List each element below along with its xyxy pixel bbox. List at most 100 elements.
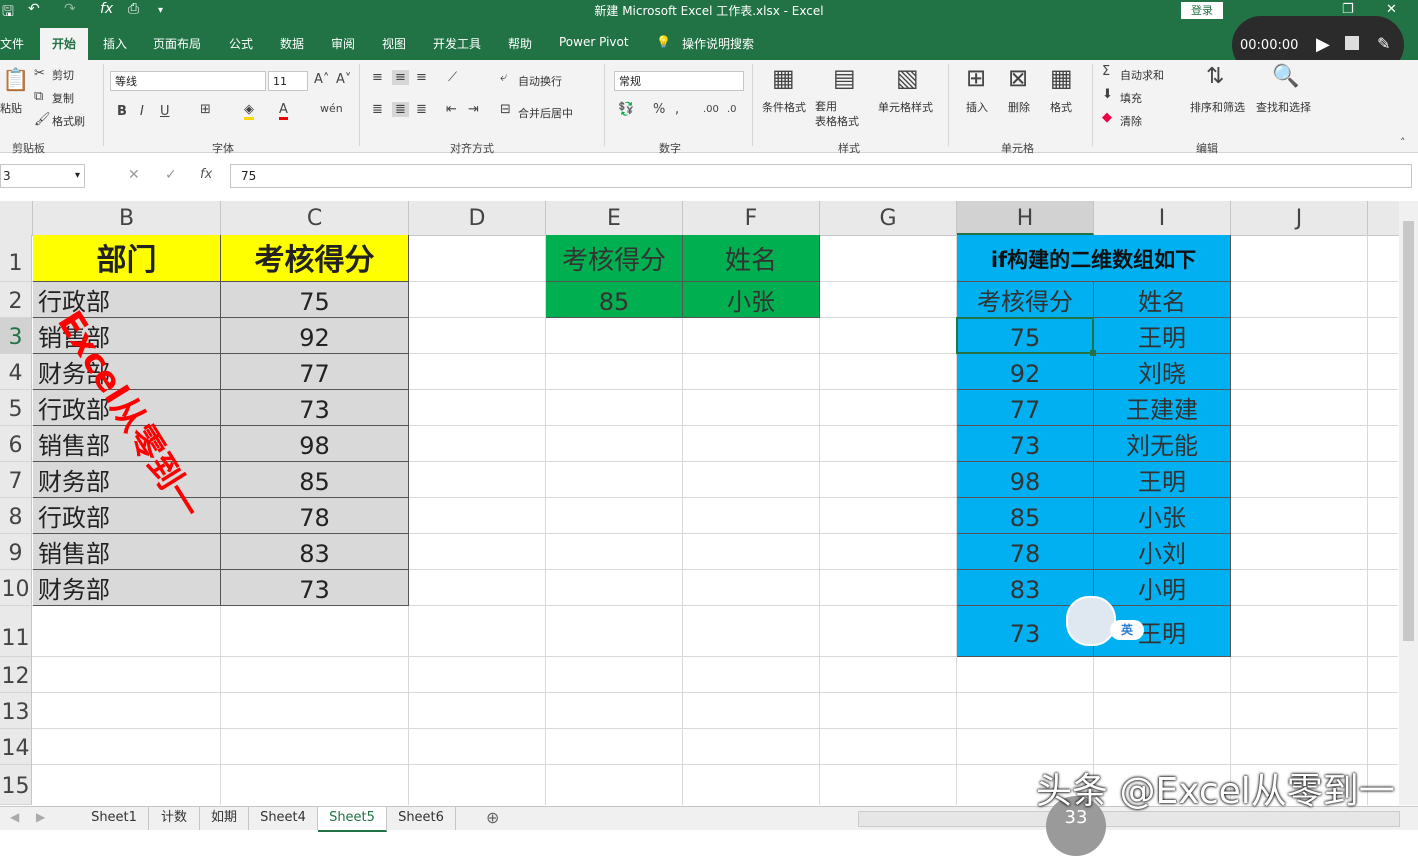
cell-h7[interactable]: 98 <box>957 462 1094 498</box>
cell-c10[interactable]: 73 <box>221 570 409 606</box>
row-header-14[interactable]: 14 <box>0 729 32 765</box>
increase-decimal-icon[interactable]: .00 <box>703 104 719 115</box>
row-header-7[interactable]: 7 <box>0 462 32 498</box>
tab-power-pivot[interactable]: Power Pivot <box>559 35 629 49</box>
align-bottom-icon[interactable]: ≡ <box>416 70 427 85</box>
tab-view[interactable]: 视图 <box>382 35 406 52</box>
clear-button[interactable]: 清除 <box>1120 113 1142 129</box>
play-icon[interactable]: ▶ <box>1316 34 1330 55</box>
enter-icon[interactable]: ✓ <box>165 167 177 183</box>
cell-c3[interactable]: 92 <box>221 318 409 354</box>
sheet-tab-5[interactable]: Sheet5 <box>318 807 387 832</box>
tab-home[interactable]: 开始 <box>40 28 89 60</box>
align-right-icon[interactable]: ≣ <box>416 102 427 117</box>
vertical-scrollbar[interactable] <box>1399 201 1418 805</box>
indent-decrease-icon[interactable]: ⇤ <box>446 102 457 117</box>
col-header-j[interactable]: J <box>1231 201 1368 235</box>
increase-font-icon[interactable]: A˄ <box>314 72 329 87</box>
format-button[interactable]: 格式 <box>1050 99 1072 115</box>
col-header-h[interactable]: H <box>957 201 1094 235</box>
conditional-format-button[interactable]: 条件格式 <box>762 99 806 115</box>
cell-c1[interactable]: 考核得分 <box>221 235 409 282</box>
cell-b2[interactable]: 行政部 <box>33 282 221 318</box>
insert-function-icon[interactable]: fx <box>200 167 212 182</box>
fill-button[interactable]: 填充 <box>1120 90 1142 106</box>
tell-me-search[interactable]: 操作说明搜索 <box>682 35 754 52</box>
merge-center-button[interactable]: 合并后居中 <box>518 105 573 121</box>
tab-help[interactable]: 帮助 <box>508 35 532 52</box>
row-header-6[interactable]: 6 <box>0 426 32 462</box>
format-table-button[interactable]: 套用 表格格式 <box>815 99 859 129</box>
cell-i4[interactable]: 刘晓 <box>1094 354 1231 390</box>
percent-icon[interactable]: % <box>653 102 665 117</box>
cell-c4[interactable]: 77 <box>221 354 409 390</box>
cell-e2[interactable]: 85 <box>546 282 683 318</box>
sort-filter-button[interactable]: 排序和筛选 <box>1190 99 1245 115</box>
cell-e1[interactable]: 考核得分 <box>546 235 683 282</box>
stop-icon[interactable] <box>1345 36 1359 50</box>
decrease-decimal-icon[interactable]: .0 <box>727 104 737 115</box>
row-header-3[interactable]: 3 <box>0 318 32 354</box>
cancel-icon[interactable]: ✕ <box>128 167 140 183</box>
pen-icon[interactable]: ✎ <box>1377 34 1390 53</box>
fill-color-icon[interactable]: ◈ <box>244 102 254 120</box>
font-size-select[interactable]: 11 <box>268 71 308 91</box>
col-header-b[interactable]: B <box>33 201 221 235</box>
paste-icon[interactable]: 📋 <box>2 68 29 93</box>
underline-icon[interactable]: U <box>160 104 170 119</box>
find-select-button[interactable]: 查找和选择 <box>1256 99 1311 115</box>
indent-increase-icon[interactable]: ⇥ <box>468 102 479 117</box>
ime-avatar-icon[interactable] <box>1066 596 1116 646</box>
col-header-f[interactable]: F <box>683 201 820 235</box>
autosum-button[interactable]: 自动求和 <box>1120 67 1164 83</box>
cell-c8[interactable]: 78 <box>221 498 409 534</box>
currency-icon[interactable]: 💱 <box>618 102 634 117</box>
login-button[interactable]: 登录 <box>1181 2 1223 19</box>
cell-i3[interactable]: 王明 <box>1094 318 1231 354</box>
align-middle-icon[interactable]: ≡ <box>392 70 409 85</box>
col-header-i[interactable]: I <box>1094 201 1231 235</box>
cell-i7[interactable]: 王明 <box>1094 462 1231 498</box>
cell-c2[interactable]: 75 <box>221 282 409 318</box>
close-icon[interactable]: ✕ <box>1386 2 1397 17</box>
tab-developer[interactable]: 开发工具 <box>433 35 481 52</box>
name-box[interactable]: 3 ▾ <box>0 164 85 188</box>
cell-h6[interactable]: 73 <box>957 426 1094 462</box>
border-icon[interactable]: ⊞ <box>200 102 211 117</box>
col-header-d[interactable]: D <box>409 201 546 235</box>
align-top-icon[interactable]: ≡ <box>372 70 383 85</box>
col-header-c[interactable]: C <box>221 201 409 235</box>
phonetic-icon[interactable]: wén <box>320 102 343 115</box>
tab-page-layout[interactable]: 页面布局 <box>153 35 201 52</box>
row-header-2[interactable]: 2 <box>0 282 32 318</box>
cell-h9[interactable]: 78 <box>957 534 1094 570</box>
formula-input[interactable]: 75 <box>230 164 1412 188</box>
cell-c7[interactable]: 85 <box>221 462 409 498</box>
cell-h2[interactable]: 考核得分 <box>957 282 1094 318</box>
cell-c5[interactable]: 73 <box>221 390 409 426</box>
scrollbar-thumb[interactable] <box>1403 221 1414 641</box>
tab-formulas[interactable]: 公式 <box>229 35 253 52</box>
row-header-15[interactable]: 15 <box>0 765 32 805</box>
cell-c6[interactable]: 98 <box>221 426 409 462</box>
cell-f2[interactable]: 小张 <box>683 282 820 318</box>
number-format-select[interactable]: 常规 <box>614 71 744 91</box>
italic-icon[interactable]: I <box>140 104 144 119</box>
tab-review[interactable]: 审阅 <box>331 35 355 52</box>
decrease-font-icon[interactable]: A˅ <box>336 72 351 87</box>
row-header-5[interactable]: 5 <box>0 390 32 426</box>
bold-icon[interactable]: B <box>117 104 127 119</box>
row-header-13[interactable]: 13 <box>0 693 32 729</box>
row-header-11[interactable]: 11 <box>0 606 32 657</box>
format-painter-button[interactable]: 格式刷 <box>52 113 85 129</box>
cell-f1[interactable]: 姓名 <box>683 235 820 282</box>
delete-button[interactable]: 删除 <box>1008 99 1030 115</box>
cell-b10[interactable]: 财务部 <box>33 570 221 606</box>
ime-badge[interactable]: 英 <box>1110 620 1144 640</box>
comma-icon[interactable]: , <box>675 102 679 117</box>
next-sheet-icon[interactable]: ▶ <box>36 810 45 824</box>
align-left-icon[interactable]: ≣ <box>372 102 383 117</box>
font-name-select[interactable]: 等线 <box>110 71 266 91</box>
align-center-icon[interactable]: ≣ <box>392 102 409 117</box>
sheet-tab-3[interactable]: 如期 <box>200 807 249 830</box>
